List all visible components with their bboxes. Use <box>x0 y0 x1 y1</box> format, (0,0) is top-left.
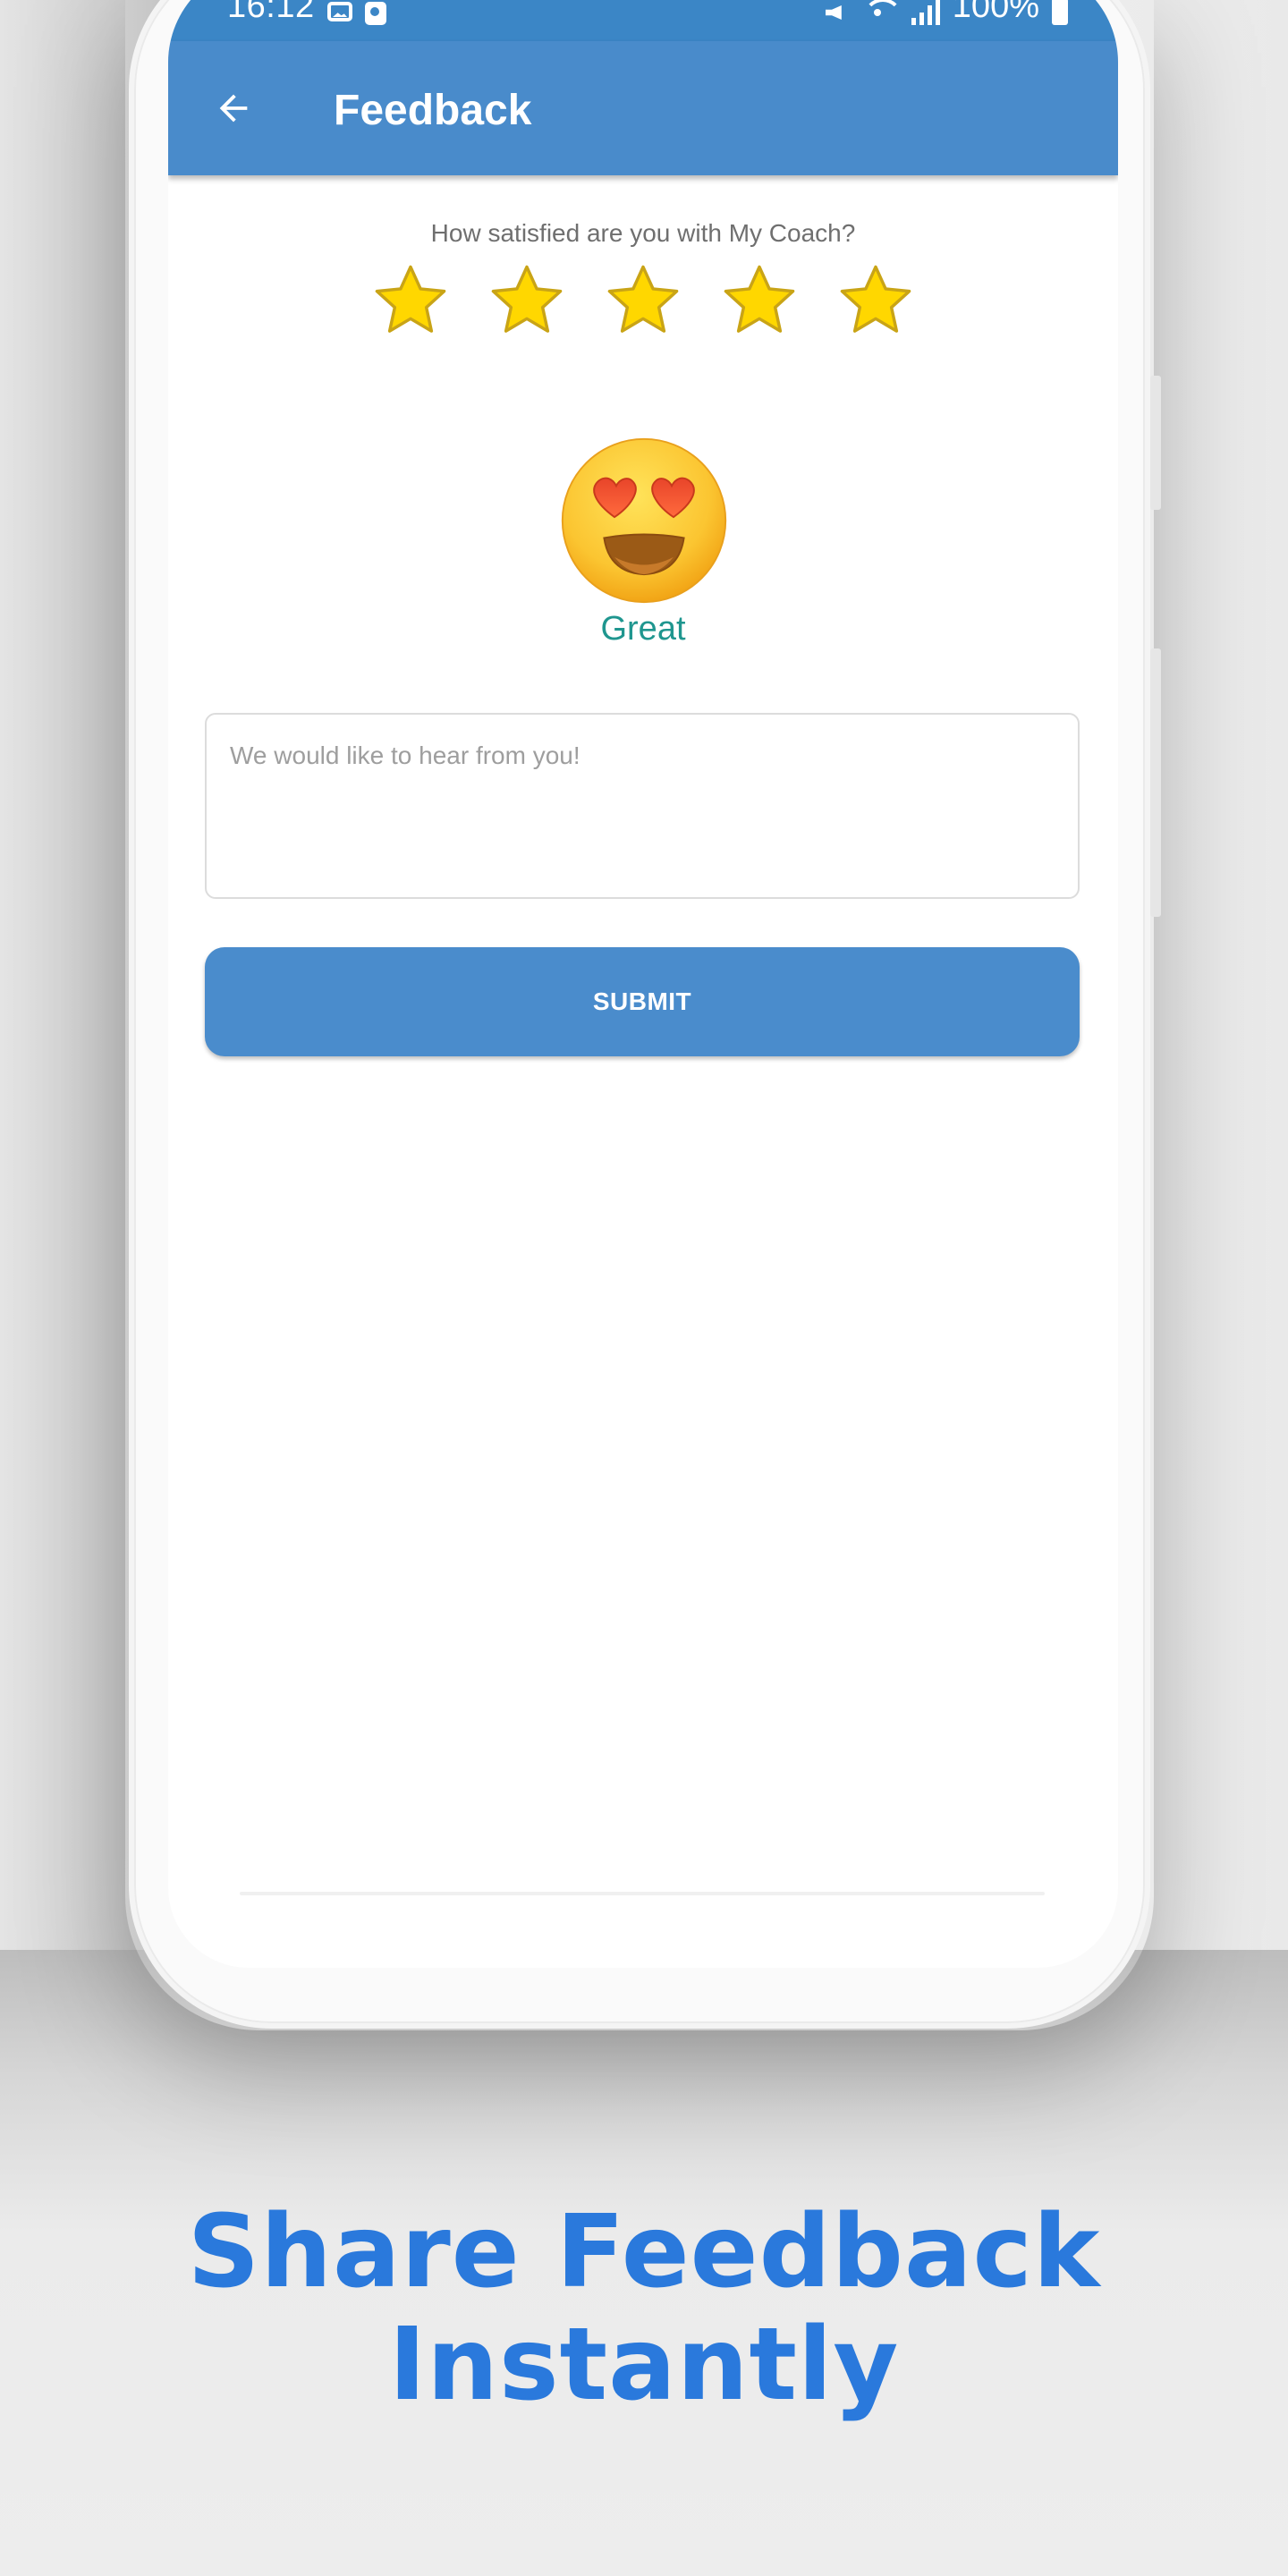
star-3[interactable] <box>602 259 684 342</box>
clock-notification-icon <box>365 2 386 25</box>
phone-screen: 16:12 100% Feedback How satisfied are yo… <box>168 0 1118 1968</box>
wifi-icon <box>862 0 902 25</box>
power-button <box>1150 648 1161 917</box>
headline-line-2: Instantly <box>388 2307 900 2423</box>
page-title: Feedback <box>334 87 532 134</box>
rating-label: Great <box>600 610 686 648</box>
screen-bottom-divider <box>240 1892 1045 1895</box>
status-time: 16:12 <box>227 0 315 25</box>
star-rating[interactable] <box>168 259 1118 342</box>
arrow-left-icon <box>219 94 248 123</box>
satisfaction-question: How satisfied are you with My Coach? <box>430 219 856 247</box>
star-1[interactable] <box>369 259 452 342</box>
star-2[interactable] <box>486 259 568 342</box>
mute-icon <box>826 0 851 25</box>
battery-icon <box>1052 0 1068 25</box>
feedback-input[interactable] <box>205 713 1080 899</box>
battery-percent: 100% <box>952 0 1039 25</box>
app-bar: Feedback <box>168 41 1118 175</box>
heart-eyes-emoji <box>561 437 727 604</box>
promo-headline: Share Feedback Instantly <box>0 2196 1288 2421</box>
status-bar: 16:12 100% <box>168 0 1118 41</box>
star-5[interactable] <box>835 259 917 342</box>
headline-line-1: Share Feedback <box>187 2194 1101 2310</box>
back-button[interactable] <box>206 80 261 136</box>
submit-button[interactable]: SUBMIT <box>205 947 1080 1056</box>
signal-icon <box>911 0 940 25</box>
volume-button <box>1150 376 1161 510</box>
gallery-icon <box>327 2 352 21</box>
star-4[interactable] <box>718 259 801 342</box>
